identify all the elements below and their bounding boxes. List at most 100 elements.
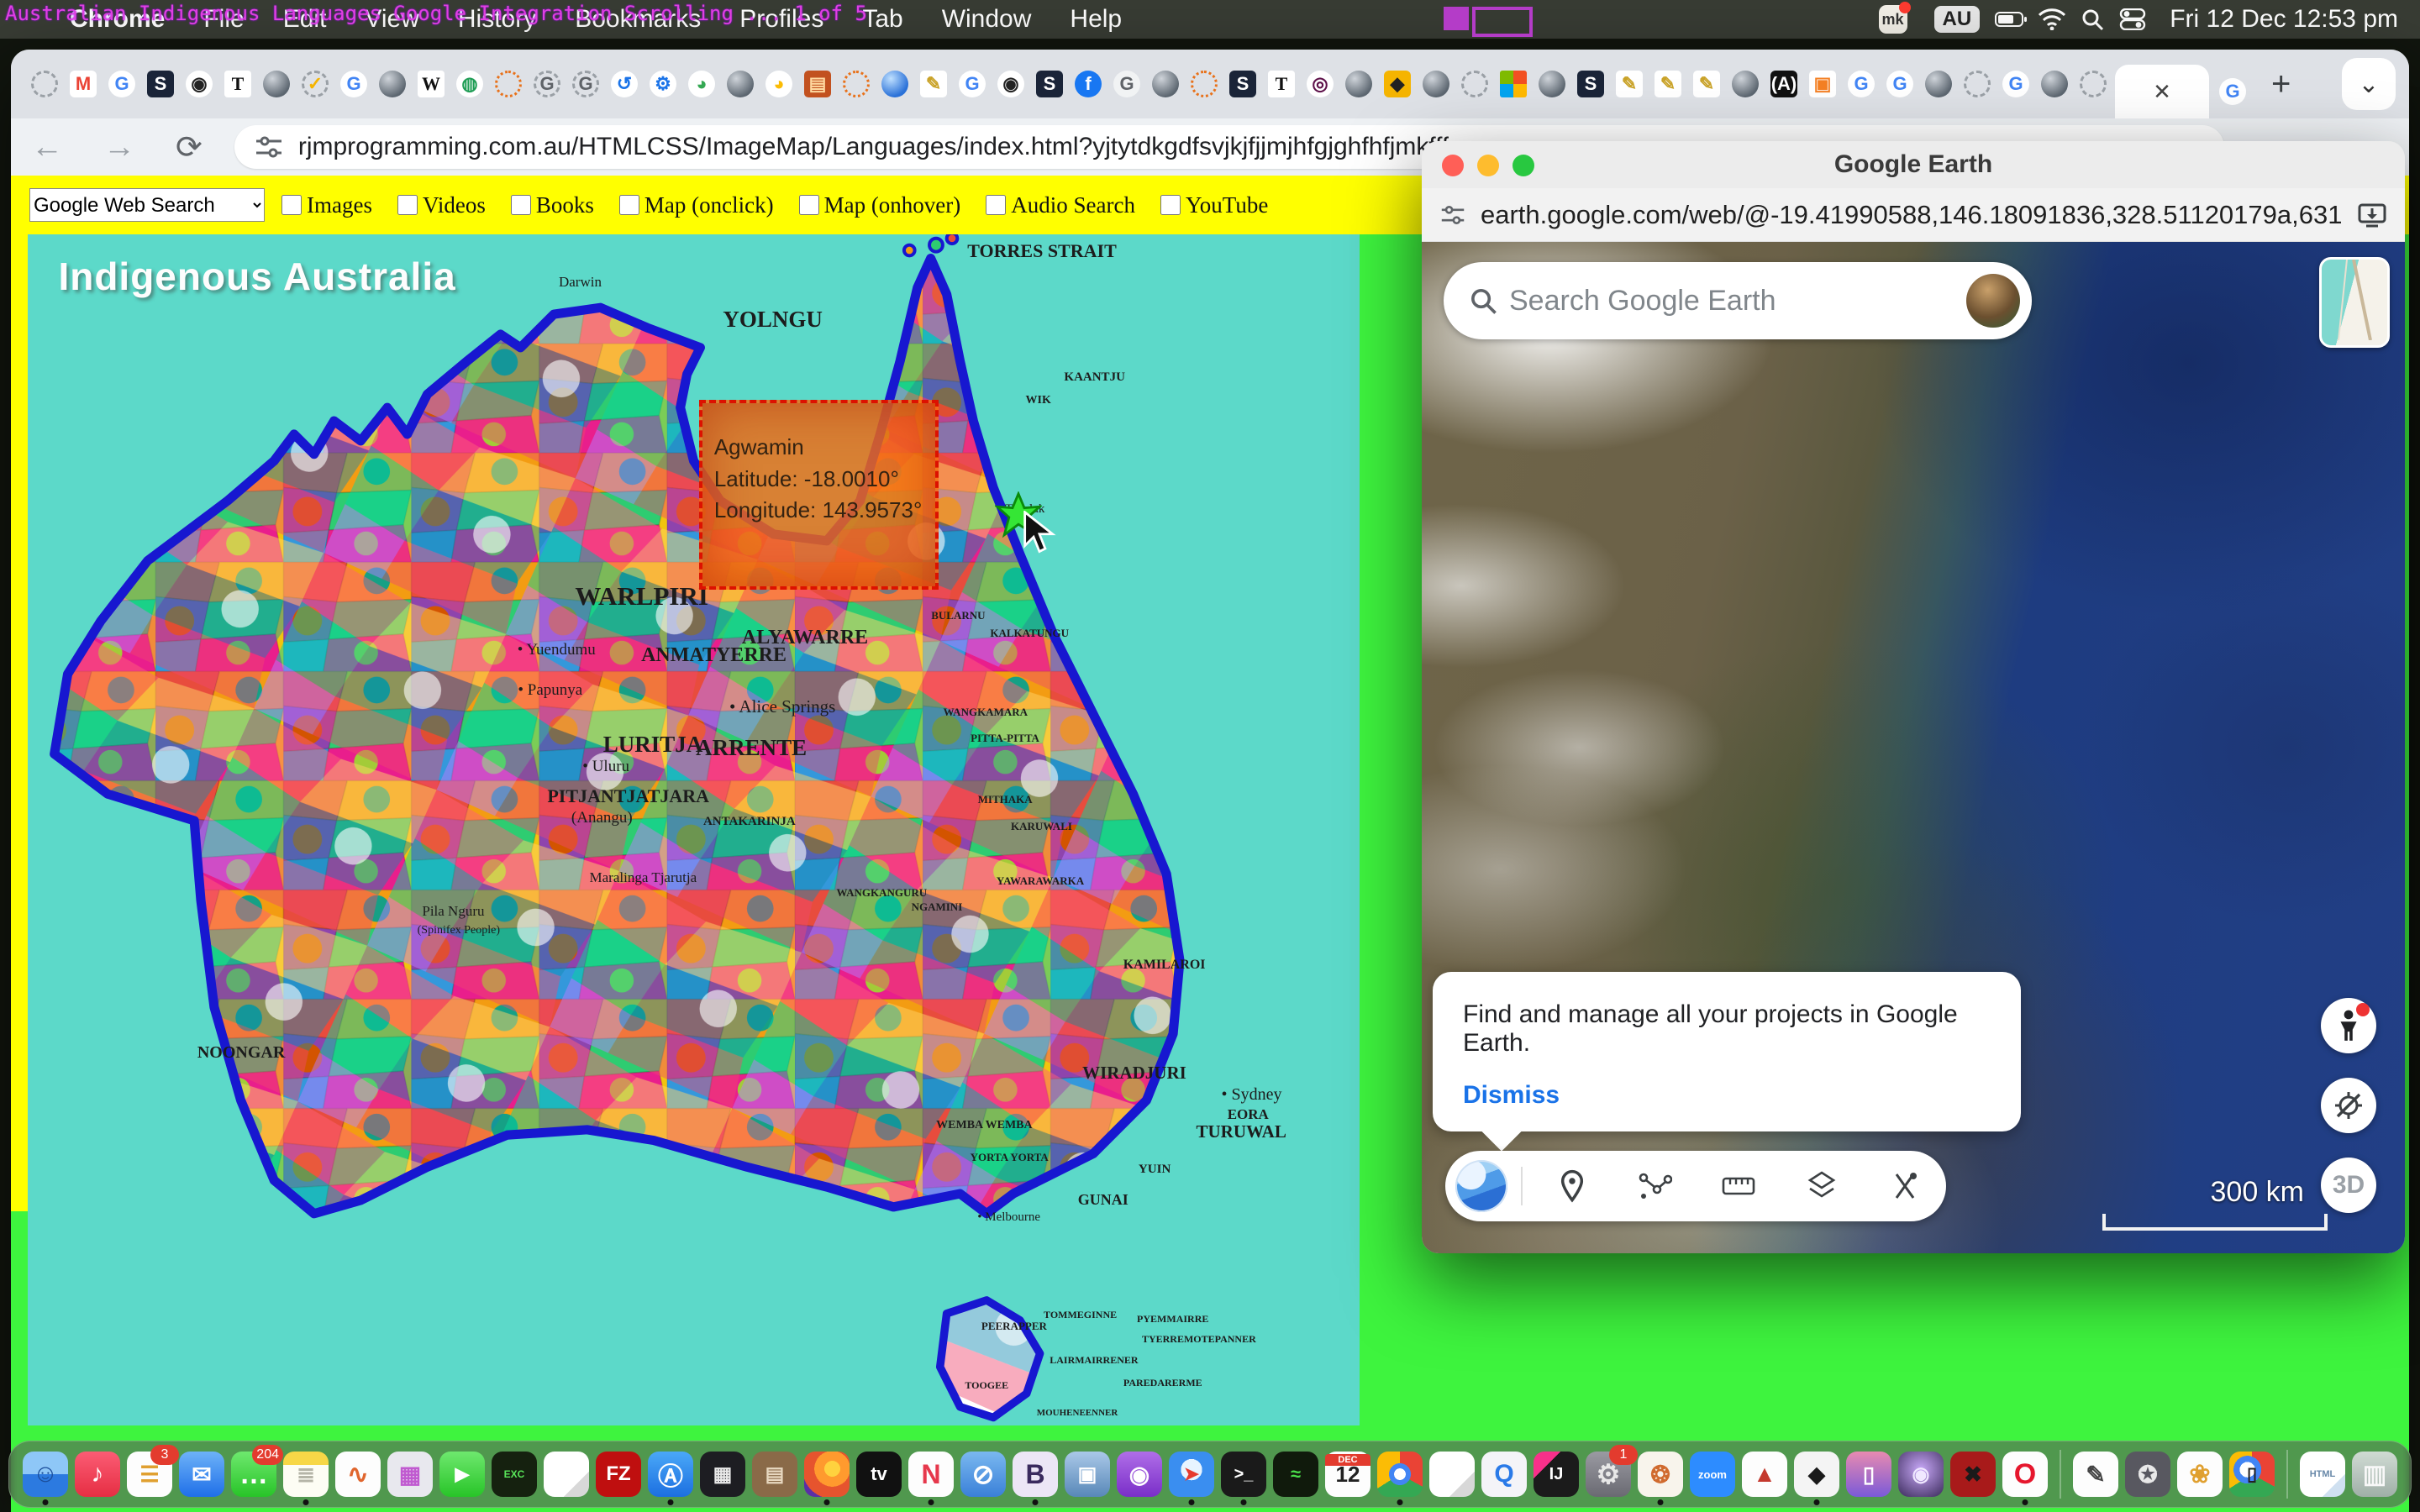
earth-search-bar[interactable]: Search Google Earth — [1444, 262, 2032, 339]
map-region-label[interactable]: EORA — [1228, 1107, 1269, 1121]
pinned-tab[interactable]: G — [1113, 71, 1140, 97]
pinned-tab[interactable]: G — [572, 71, 599, 97]
page-option-checkbox[interactable]: Audio Search — [982, 192, 1135, 218]
pinned-tab[interactable]: G — [108, 71, 135, 97]
dock-item[interactable]: ✉ — [179, 1452, 224, 1497]
active-tab[interactable]: ✕ — [2115, 65, 2209, 118]
dock-item[interactable]: Ⓐ — [648, 1452, 693, 1497]
map-region-label[interactable]: • Yuendumu — [518, 642, 596, 658]
pinned-tab[interactable]: ▣ — [1809, 71, 1836, 97]
map-region-label[interactable]: PEERAPPER — [981, 1320, 1047, 1331]
map-region-label[interactable]: • Papunya — [518, 682, 582, 698]
adjacent-tab[interactable]: G — [2209, 65, 2256, 118]
map-region-label[interactable]: KALKATUNGU — [990, 627, 1069, 638]
pinned-tab[interactable]: ◕ — [688, 71, 715, 97]
map-region-label[interactable]: KAANTJU — [1064, 371, 1125, 384]
pinned-tab[interactable] — [31, 71, 58, 97]
page-option-checkbox[interactable]: Books — [508, 192, 594, 218]
control-center-icon[interactable] — [2116, 7, 2149, 32]
new-tab-button[interactable]: + — [2256, 66, 2306, 103]
map-region-label[interactable]: PITTA-PITTA — [971, 732, 1039, 743]
map-region-label[interactable]: LURITJA — [603, 733, 703, 756]
input-source-badge[interactable]: AU — [1934, 6, 1981, 33]
dismiss-button[interactable]: Dismiss — [1463, 1081, 1560, 1110]
pinned-tab[interactable]: G — [534, 71, 560, 97]
pinned-tab[interactable]: G — [340, 71, 367, 97]
dock-item[interactable] — [1429, 1452, 1475, 1497]
pinned-tab[interactable]: ✓ — [302, 71, 329, 97]
pinned-tab[interactable]: S — [1036, 71, 1063, 97]
pinned-tab[interactable]: ✎ — [1655, 71, 1681, 97]
pinned-tab[interactable] — [1925, 71, 1952, 97]
dock-item[interactable]: ▶ — [439, 1452, 485, 1497]
pinned-tab[interactable]: ◍ — [456, 71, 483, 97]
dock-item[interactable]: ◉ — [1898, 1452, 1944, 1497]
map-region-label[interactable]: TORRES STRAIT — [967, 242, 1117, 260]
pinned-tab[interactable]: S — [147, 71, 174, 97]
map-region-label[interactable]: (Anangu) — [571, 810, 633, 826]
page-option-checkbox[interactable]: YouTube — [1157, 192, 1268, 218]
dock-item[interactable]: B — [1013, 1452, 1058, 1497]
install-app-icon[interactable] — [2358, 202, 2386, 228]
map-region-label[interactable]: YOLNGU — [723, 308, 823, 331]
checkbox-input[interactable] — [986, 195, 1006, 215]
dock-item[interactable] — [544, 1452, 589, 1497]
menu-bar-clock[interactable]: Fri 12 Dec 12:53 pm — [2156, 5, 2398, 34]
map-region-label[interactable]: MOUHENEENNER — [1037, 1409, 1118, 1418]
pinned-tab[interactable] — [1732, 71, 1759, 97]
pinned-tab[interactable] — [881, 71, 908, 97]
map-region-label[interactable]: PAREDARERME — [1123, 1378, 1202, 1388]
dock-item[interactable]: ≣ — [283, 1452, 329, 1497]
dock-item[interactable] — [804, 1452, 850, 1497]
measure-ruler-icon[interactable] — [1697, 1173, 1781, 1199]
earth-url-text[interactable]: earth.google.com/web/@-19.41990588,146.1… — [1481, 200, 2343, 230]
pinned-tab[interactable]: (A) — [1770, 71, 1797, 97]
reload-button[interactable]: ⟳ — [155, 129, 223, 166]
page-option-checkbox[interactable]: Videos — [394, 192, 486, 218]
map-region-label[interactable]: NOONGAR — [197, 1044, 285, 1061]
pinned-tab[interactable] — [1461, 71, 1488, 97]
compass-location-button[interactable] — [2321, 1078, 2376, 1133]
pinned-tab[interactable]: ◎ — [1307, 71, 1334, 97]
menu-item[interactable]: Help — [1050, 5, 1141, 34]
account-avatar[interactable] — [1966, 274, 2020, 328]
pegman-button[interactable] — [2321, 998, 2376, 1053]
pinned-tab[interactable]: W — [418, 71, 445, 97]
earth-url-bar[interactable]: earth.google.com/web/@-19.41990588,146.1… — [1422, 188, 2405, 242]
dock-item[interactable]: N — [908, 1452, 954, 1497]
draw-path-icon[interactable] — [1614, 1171, 1697, 1201]
pinned-tab[interactable]: ⚙ — [650, 71, 676, 97]
dock-item[interactable]: ∿ — [335, 1452, 381, 1497]
dock-item[interactable]: ◆ — [1794, 1452, 1839, 1497]
pinned-tab[interactable] — [1191, 71, 1218, 97]
minimize-window-button[interactable] — [1477, 155, 1499, 176]
pinned-tab[interactable]: ◉ — [186, 71, 213, 97]
dock-item[interactable]: ◉ — [1117, 1452, 1162, 1497]
map-region-label[interactable]: ALYAWARRE — [742, 627, 868, 648]
forward-button[interactable]: → — [83, 129, 155, 165]
pinned-tab[interactable] — [2041, 71, 2068, 97]
dock-item[interactable]: ▥ — [2352, 1452, 2397, 1497]
tab-close-icon[interactable]: ✕ — [2153, 79, 2171, 105]
map-region-label[interactable]: WIRADJURI — [1082, 1064, 1186, 1082]
map-selection-rectangle[interactable]: Agwamin Latitude: -18.0010° Longitude: 1… — [699, 400, 939, 589]
dock-item[interactable]: tv — [856, 1452, 902, 1497]
earth-satellite-view[interactable]: Search Google Earth Find and manage all … — [1422, 242, 2405, 1253]
pinned-tab[interactable] — [1423, 71, 1449, 97]
map-region-label[interactable]: TOOGEE — [965, 1380, 1008, 1390]
dock-item[interactable] — [2060, 1450, 2061, 1499]
pinned-tab[interactable] — [495, 71, 522, 97]
map-region-label[interactable]: KAMILAROI — [1123, 958, 1206, 972]
page-option-checkbox[interactable]: Map (onhover) — [796, 192, 961, 218]
pinned-tab[interactable]: S — [1229, 71, 1256, 97]
tools-icon[interactable] — [1863, 1171, 1946, 1201]
map-region-label[interactable]: TOMMEGINNE — [1044, 1310, 1117, 1320]
layers-icon[interactable] — [1780, 1170, 1863, 1202]
map-region-label[interactable]: Darwin — [559, 275, 602, 289]
map-region-label[interactable]: WARLPIRI — [575, 583, 708, 609]
battery-icon[interactable] — [1995, 7, 2028, 32]
back-button[interactable]: ← — [11, 129, 83, 165]
map-region-label[interactable]: • Melbourne — [977, 1211, 1040, 1224]
dock-item[interactable]: zoom — [1690, 1452, 1735, 1497]
close-window-button[interactable] — [1442, 155, 1464, 176]
